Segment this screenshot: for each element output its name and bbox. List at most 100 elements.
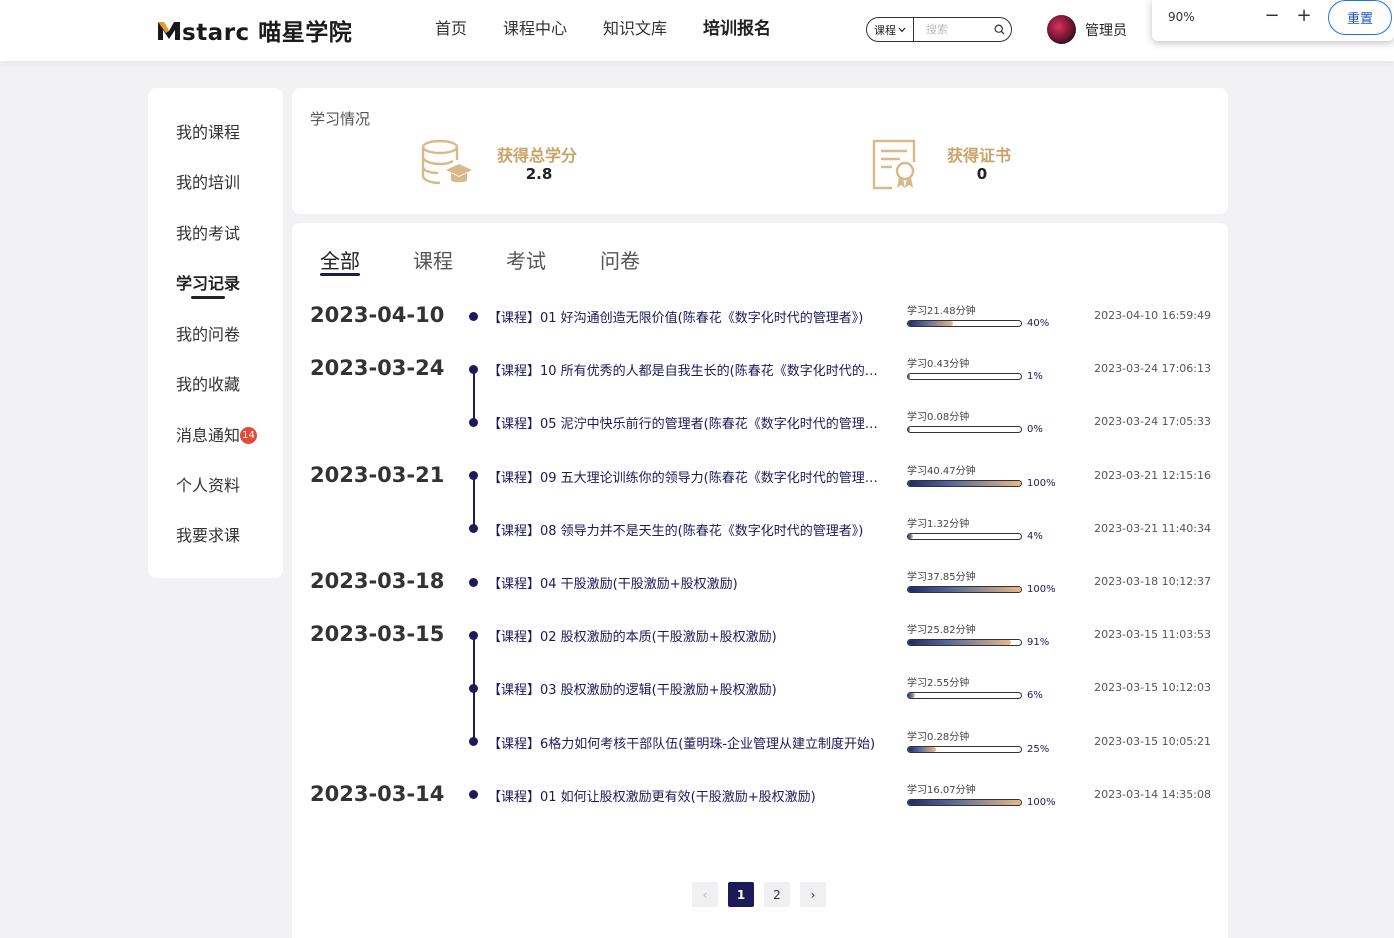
tab-all[interactable]: 全部 bbox=[320, 245, 360, 274]
record-date: 2023-04-10 bbox=[310, 303, 445, 327]
sidebar-item-my-courses[interactable]: 我的课程 bbox=[176, 122, 240, 144]
record-progress-bar bbox=[907, 798, 1022, 806]
credits-value: 2.8 bbox=[525, 165, 553, 183]
record-timestamp: 2023-03-15 10:12:03 bbox=[1094, 681, 1211, 695]
record-study-duration: 学习0.08分钟 bbox=[907, 412, 970, 424]
record-title-link[interactable]: 【课程】01 如何让股权激励更有效(干股激励+股权激励) bbox=[488, 786, 883, 805]
record-timestamp: 2023-03-21 11:40:34 bbox=[1094, 521, 1211, 535]
search-input[interactable] bbox=[914, 23, 991, 36]
username[interactable]: 管理员 bbox=[1085, 20, 1127, 40]
record-title-link[interactable]: 【课程】05 泥泞中快乐前行的管理者(陈春花《数字化时代的管理者》) bbox=[488, 413, 883, 432]
zoom-level: 90% bbox=[1168, 10, 1195, 24]
browser-zoom-popup: 90% − + 重置 bbox=[1152, 0, 1394, 41]
timeline-dot bbox=[469, 364, 478, 374]
nav-knowledge-library[interactable]: 知识文库 bbox=[603, 18, 667, 40]
record-title-link[interactable]: 【课程】10 所有优秀的人都是自我生长的(陈春花《数字化时代的管理者》) bbox=[488, 360, 883, 379]
record-progress-bar bbox=[907, 692, 1022, 700]
record-title-link[interactable]: 【课程】09 五大理论训练你的领导力(陈春花《数字化时代的管理者》) bbox=[488, 467, 883, 486]
record-progress-fill bbox=[908, 799, 1021, 805]
notification-badge: 14 bbox=[240, 427, 257, 444]
avatar[interactable] bbox=[1047, 15, 1076, 44]
sidebar-item-request-course[interactable]: 我要求课 bbox=[176, 525, 240, 547]
record-study-duration: 学习25.82分钟 bbox=[907, 625, 976, 637]
sidebar-item-study-records[interactable]: 学习记录 bbox=[176, 273, 240, 295]
record-progress-bar bbox=[907, 320, 1022, 327]
sidebar-item-notifications[interactable]: 消息通知 bbox=[176, 425, 240, 447]
record-progress-percent: 0% bbox=[1027, 424, 1043, 436]
pagination-page-2[interactable]: 2 bbox=[764, 882, 790, 907]
certificates-label: 获得证书 bbox=[947, 146, 1012, 165]
record-progress-fill bbox=[908, 427, 911, 433]
record-progress-bar bbox=[907, 532, 1022, 540]
record-progress-fill bbox=[908, 587, 1021, 592]
record-study-duration: 学习0.28分钟 bbox=[907, 731, 970, 743]
record-title-link[interactable]: 【课程】04 干股激励(干股激励+股权激励) bbox=[488, 573, 883, 592]
site-logo[interactable]: starc 喵星学院 bbox=[157, 14, 352, 46]
record-study-duration: 学习16.07分钟 bbox=[907, 784, 976, 796]
sidebar-item-profile[interactable]: 个人资料 bbox=[176, 475, 240, 497]
record-title-link[interactable]: 【课程】02 股权激励的本质(干股激励+股权激励) bbox=[488, 626, 883, 645]
record-progress-percent: 1% bbox=[1027, 371, 1043, 383]
record-progress-fill bbox=[908, 533, 913, 539]
record-progress-percent: 91% bbox=[1027, 637, 1050, 649]
record-timestamp: 2023-04-10 16:59:49 bbox=[1094, 309, 1211, 322]
credits-label: 获得总学分 bbox=[497, 146, 578, 165]
record-date: 2023-03-15 bbox=[310, 622, 445, 647]
record-study-duration: 学习2.55分钟 bbox=[907, 678, 970, 690]
search-icon bbox=[993, 24, 1004, 35]
search-type-select[interactable]: 课程 bbox=[867, 18, 914, 41]
pagination-page-1[interactable]: 1 bbox=[728, 882, 754, 907]
search-button[interactable] bbox=[991, 22, 1007, 38]
record-progress-percent: 25% bbox=[1027, 743, 1050, 755]
record-study-duration: 学习21.48分钟 bbox=[907, 306, 976, 317]
record-progress-bar bbox=[907, 586, 1022, 593]
record-progress-percent: 100% bbox=[1027, 477, 1056, 489]
tab-courses[interactable]: 课程 bbox=[413, 245, 453, 274]
nav-home[interactable]: 首页 bbox=[435, 18, 467, 40]
tab-exams[interactable]: 考试 bbox=[506, 245, 546, 274]
record-progress-bar bbox=[907, 479, 1022, 487]
timeline-dot bbox=[469, 577, 478, 587]
logo-m-icon bbox=[158, 22, 180, 40]
certificate-icon bbox=[872, 139, 916, 190]
record-timestamp: 2023-03-24 17:06:13 bbox=[1094, 362, 1211, 376]
timeline-dot bbox=[469, 790, 478, 800]
record-progress-percent: 6% bbox=[1027, 690, 1043, 702]
record-title-link[interactable]: 【课程】03 股权激励的逻辑(干股激励+股权激励) bbox=[488, 679, 883, 698]
timeline-connector bbox=[473, 475, 475, 529]
record-title-link[interactable]: 【课程】6格力如何考核干部队伍(董明珠-企业管理从建立制度开始) bbox=[488, 733, 883, 752]
sidebar-item-my-training[interactable]: 我的培训 bbox=[176, 172, 240, 194]
sidebar-item-my-surveys[interactable]: 我的问卷 bbox=[176, 324, 240, 346]
study-summary-card: 学习情况 获得总学分 2.8 获得证书 0 bbox=[292, 88, 1228, 214]
timeline-connector bbox=[473, 369, 475, 423]
record-timestamp: 2023-03-15 10:05:21 bbox=[1094, 734, 1211, 748]
timeline-dot bbox=[469, 737, 478, 747]
nav-training-signup[interactable]: 培训报名 bbox=[703, 18, 771, 40]
record-progress-percent: 4% bbox=[1027, 530, 1043, 542]
record-timestamp: 2023-03-24 17:05:33 bbox=[1094, 415, 1211, 429]
credits-database-icon bbox=[421, 139, 472, 185]
record-timestamp: 2023-03-14 14:35:08 bbox=[1094, 787, 1211, 801]
timeline-dot bbox=[469, 417, 478, 427]
record-progress-fill bbox=[908, 693, 915, 699]
nav-course-center[interactable]: 课程中心 bbox=[503, 18, 567, 40]
record-progress-fill bbox=[908, 746, 937, 752]
record-title-link[interactable]: 【课程】01 好沟通创造无限价值(陈春花《数字化时代的管理者》) bbox=[488, 307, 883, 326]
zoom-out-button[interactable]: − bbox=[1264, 6, 1280, 26]
tab-surveys[interactable]: 问卷 bbox=[600, 245, 640, 274]
record-progress-fill bbox=[908, 374, 911, 380]
record-title-link[interactable]: 【课程】08 领导力并不是天生的(陈春花《数字化时代的管理者》) bbox=[488, 520, 883, 539]
sidebar-item-my-exams[interactable]: 我的考试 bbox=[176, 223, 240, 245]
record-timestamp: 2023-03-21 12:15:16 bbox=[1094, 468, 1211, 482]
record-study-duration: 学习40.47分钟 bbox=[907, 465, 976, 477]
record-progress-fill bbox=[908, 321, 954, 326]
record-progress-fill bbox=[908, 640, 1011, 646]
sidebar-item-my-favorites[interactable]: 我的收藏 bbox=[176, 374, 240, 396]
record-progress-bar bbox=[907, 745, 1022, 753]
chevron-down-icon bbox=[898, 27, 906, 32]
pagination-prev-button[interactable]: ‹ bbox=[692, 882, 718, 907]
zoom-reset-button[interactable]: 重置 bbox=[1328, 0, 1392, 35]
pagination-next-button[interactable]: › bbox=[800, 882, 826, 907]
zoom-in-button[interactable]: + bbox=[1296, 6, 1312, 26]
record-progress-percent: 100% bbox=[1027, 796, 1056, 808]
